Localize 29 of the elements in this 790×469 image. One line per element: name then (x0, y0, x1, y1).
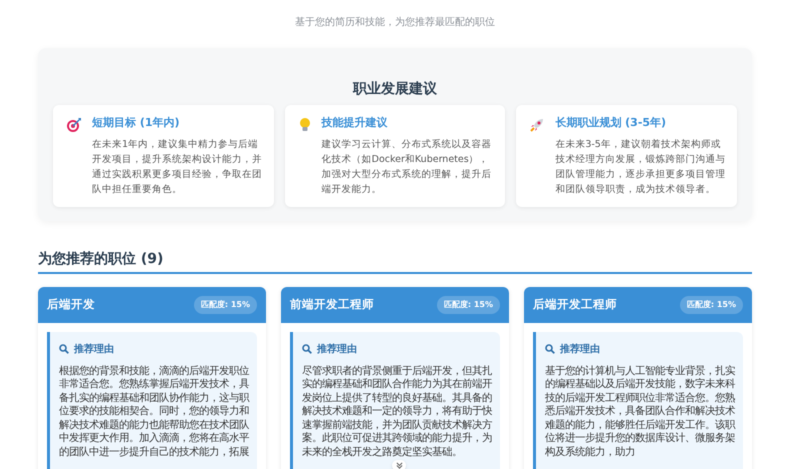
reason-text: 基于您的计算机与人工智能专业背景，扎实的编程基础以及后端开发技能，数字未来科技的后端开发工程师职位非常适合您。您熟悉后端开发技术，具备团队合作和解决技术难题的能力，能够胜任后端开发工作。该职位将进一步提升您的数据库设计、微服务架构及系统能力，助力 (545, 364, 736, 460)
match-badge: 匹配度: 15% (194, 296, 257, 314)
reason-label: 推荐理由 (74, 342, 114, 356)
match-badge: 匹配度: 15% (680, 296, 743, 314)
page-subtitle: 基于您的简历和技能，为您推荐最匹配的职位 (295, 16, 495, 30)
chevron-down-icon (396, 462, 402, 469)
advice-title: 职业发展建议 (353, 80, 437, 99)
search-icon (59, 344, 69, 354)
match-badge: 匹配度: 15% (436, 296, 500, 314)
reason-label: 推荐理由 (317, 342, 357, 356)
advice-card-text: 在未来1年内，建议集中精力参与后端开发项目，提升系统架构设计能力，并通过实践积累更多项目经验，争取在团队中担任重要角色。 (92, 138, 263, 196)
search-icon (545, 344, 555, 354)
reason-text: 尽管求职者的背景侧重于后端开发，但其扎实的编程基础和团队合作能力为其在前端开发岗位上提供了转型的良好基础。其具备的解决技术难题和一定的领导力，将有助于快速掌握前端技能，并为团队贡献技术解决方案。此职位可促进其跨领域的能力提升，为未来的全栈开发之路奠定坚实基础。 (302, 364, 493, 460)
advice-card-text: 建议学习云计算、分布式系统以及容器化技术（如Docker和Kubernetes），加强对大型分布式系统的理解，提升后端开发能力。 (322, 138, 493, 196)
job-title: 后端开发 (47, 296, 95, 313)
job-title: 前端开发工程师 (290, 296, 374, 313)
reason-label: 推荐理由 (560, 342, 600, 356)
jobs-heading: 为您推荐的职位 (9) (38, 248, 752, 274)
advice-card-title: 短期目标 (1年内) (92, 115, 181, 131)
advice-card-text: 在未来3-5年，建议朝着技术架构师或技术经理方向发展，锻炼跨部门沟通与团队管理能力，逐步承担更多项目管理和团队领导职责，成为技术领导者。 (555, 138, 726, 196)
expand-button[interactable] (392, 460, 406, 469)
advice-card-title: 长期职业规划 (3-5年) (555, 115, 668, 131)
target-icon (66, 117, 82, 133)
advice-card-title: 技能提升建议 (322, 115, 389, 131)
rocket-icon (529, 117, 546, 133)
job-title: 后端开发工程师 (533, 296, 617, 313)
lightbulb-icon (298, 117, 312, 133)
search-icon (302, 344, 312, 354)
reason-text: 根据您的背景和技能，滴滴的后端开发职位非常适合您。您熟练掌握后端开发技术，具备扎实的编程基础和团队协作能力，这与职位要求的技能相契合。同时，您的领导力和解决技术难题的能力也能帮助您在技术团队中发挥更大作用。加入滴滴，您将在高水平的团队中进一步提升自己的技术能力，拓展 (59, 364, 250, 460)
